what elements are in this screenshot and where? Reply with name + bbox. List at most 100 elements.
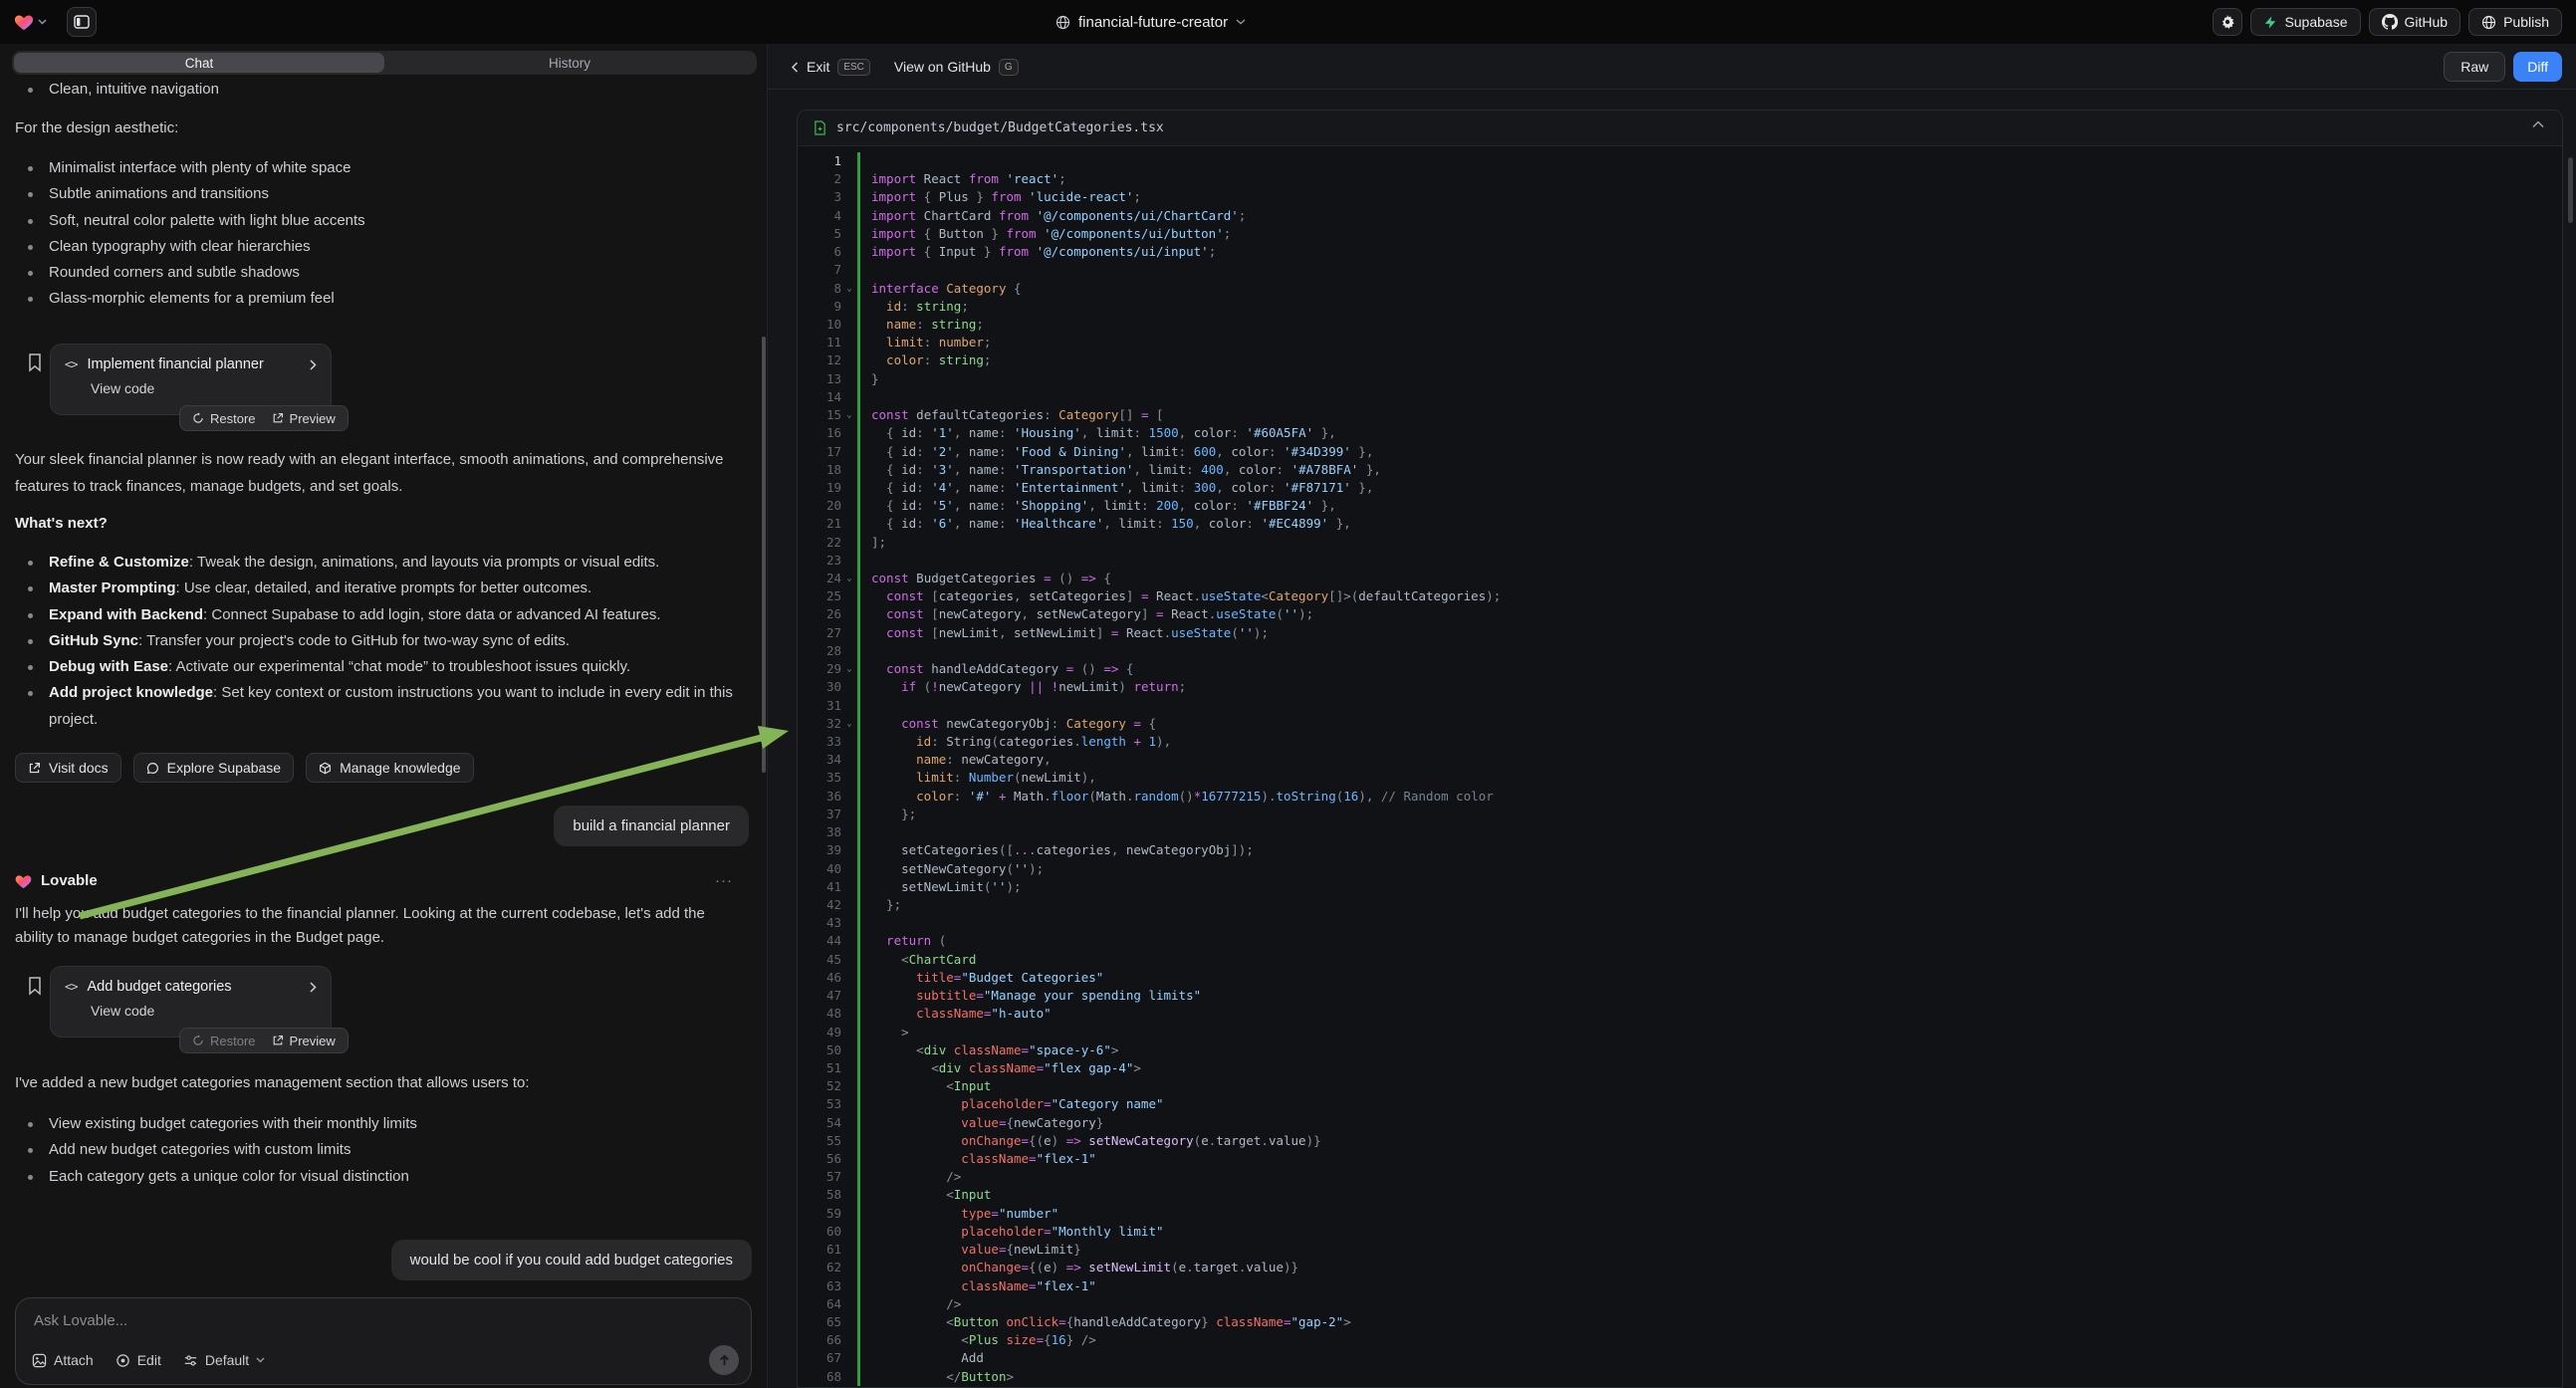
code-line: 21 { id: '6', name: 'Healthcare', limit:… (798, 515, 2562, 533)
code-line: 62 onChange={(e) => setNewLimit(e.target… (798, 1259, 2562, 1276)
github-icon (2382, 14, 2398, 30)
bullet-dot-icon (28, 1148, 33, 1153)
lovable-logo-menu[interactable] (14, 13, 47, 31)
list-item: Clean typography with clear hierarchies (15, 234, 747, 260)
code-line: 7 (798, 261, 2562, 279)
lovable-heart-icon (14, 13, 34, 31)
code-line: 31 (798, 697, 2562, 715)
toggle-sidebar-button[interactable] (67, 7, 97, 37)
model-selector[interactable]: Default (183, 1352, 265, 1368)
chat-bubble-icon (146, 762, 159, 775)
code-scrollbar[interactable] (2568, 157, 2573, 223)
code-line: 45 <ChartCard (798, 951, 2562, 969)
restore-button[interactable]: Restore (192, 411, 256, 426)
list-item: Add new budget categories with custom li… (15, 1137, 747, 1163)
chevron-down-icon (38, 19, 47, 25)
code-line: 55 onChange={(e) => setNewCategory(e.tar… (798, 1132, 2562, 1150)
code-line: 3import { Plus } from 'lucide-react'; (798, 188, 2562, 206)
code-line: 37 }; (798, 806, 2562, 823)
tab-history[interactable]: History (384, 53, 755, 73)
code-line: 47 subtitle="Manage your spending limits… (798, 987, 2562, 1005)
explore-supabase-button[interactable]: Explore Supabase (133, 753, 294, 783)
list-item: Rounded corners and subtle shadows (15, 260, 747, 286)
more-options-icon[interactable]: ··· (715, 872, 733, 889)
whats-next-list: Refine & Customize: Tweak the design, an… (15, 550, 747, 733)
bullet-dot-icon (28, 166, 33, 171)
list-item: Soft, neutral color palette with light b… (15, 208, 747, 234)
code-line: 61 value={newLimit} (798, 1241, 2562, 1259)
publish-button[interactable]: Publish (2468, 8, 2562, 36)
chevron-up-icon[interactable] (2532, 120, 2544, 128)
user-message: would be cool if you could add budget ca… (391, 1240, 752, 1280)
version-title: Implement financial planner (87, 356, 263, 372)
raw-toggle-button[interactable]: Raw (2444, 52, 2505, 82)
restore-button[interactable]: Restore (192, 1034, 256, 1048)
code-panel: Exit ESC View on GitHub G Raw Diff src/c (768, 44, 2576, 1388)
code-line: 6import { Input } from '@/components/ui/… (798, 243, 2562, 261)
list-item: Subtle animations and transitions (15, 181, 747, 207)
file-path: src/components/budget/BudgetCategories.t… (836, 120, 1164, 135)
attach-button[interactable]: Attach (32, 1352, 94, 1368)
file-header[interactable]: src/components/budget/BudgetCategories.t… (798, 111, 2562, 146)
topbar: financial-future-creator Supabase GitHub (0, 0, 2576, 44)
design-heading: For the design aesthetic: (15, 119, 747, 136)
preview-button[interactable]: Preview (272, 411, 336, 426)
project-switcher[interactable]: financial-future-creator (1055, 0, 1246, 44)
exit-button[interactable]: Exit ESC (792, 59, 870, 76)
attach-image-icon (32, 1353, 47, 1368)
list-item: Expand with Backend: Connect Supabase to… (15, 602, 747, 628)
diff-toggle-button[interactable]: Diff (2513, 52, 2562, 82)
bullet-dot-icon (28, 691, 33, 696)
view-code-link[interactable]: View code (91, 1003, 317, 1019)
code-line: 48 className="h-auto" (798, 1005, 2562, 1023)
tab-chat[interactable]: Chat (14, 53, 384, 73)
bookmark-icon[interactable] (27, 352, 43, 372)
preview-button[interactable]: Preview (272, 1034, 336, 1048)
manage-knowledge-button[interactable]: Manage knowledge (306, 753, 473, 783)
list-item: Each category gets a unique color for vi… (15, 1164, 747, 1190)
code-icon: <> (65, 980, 77, 994)
chat-scrollbar[interactable] (762, 337, 766, 773)
code-line: 2import React from 'react'; (798, 170, 2562, 188)
code-line: 27 const [newLimit, setNewLimit] = React… (798, 624, 2562, 642)
external-link-icon (272, 412, 284, 424)
assistant-intro-text: I'll help you add budget categories to t… (15, 902, 747, 949)
bullet-dot-icon (28, 245, 33, 250)
user-message: build a financial planner (554, 806, 749, 846)
restore-icon (192, 412, 204, 424)
supabase-button[interactable]: Supabase (2250, 8, 2360, 36)
code-line: 9 id: string; (798, 298, 2562, 316)
app-window: financial-future-creator Supabase GitHub (0, 0, 2576, 1388)
design-bullet-list: Minimalist interface with plenty of whit… (15, 155, 747, 313)
code-line: 68 </Button> (798, 1368, 2562, 1386)
settings-button[interactable] (2213, 8, 2242, 36)
code-line: 11 limit: number; (798, 334, 2562, 351)
assistant-ready-text: Your sleek financial planner is now read… (15, 447, 747, 500)
code-line: 44 return ( (798, 932, 2562, 950)
code-line: 5import { Button } from '@/components/ui… (798, 225, 2562, 243)
assistant-header: Lovable ··· (15, 872, 747, 889)
code-line: 41 setNewLimit(''); (798, 878, 2562, 896)
added-bullet-list: View existing budget categories with the… (15, 1111, 747, 1190)
code-line: 28 (798, 642, 2562, 660)
globe-icon (1055, 15, 1070, 30)
target-icon (116, 1353, 130, 1368)
code-line: 51 <div className="flex gap-4"> (798, 1059, 2562, 1077)
code-line: 46 title="Budget Categories" (798, 969, 2562, 987)
code-line: 52 <Input (798, 1077, 2562, 1095)
send-button[interactable] (709, 1345, 739, 1375)
github-button[interactable]: GitHub (2369, 8, 2461, 36)
edit-button[interactable]: Edit (116, 1352, 161, 1368)
view-code-link[interactable]: View code (91, 380, 317, 396)
code-line: 22]; (798, 534, 2562, 552)
chat-input[interactable] (34, 1312, 733, 1338)
view-on-github-button[interactable]: View on GitHub G (894, 59, 1019, 76)
code-line: 36 color: '#' + Math.floor(Math.random()… (798, 788, 2562, 806)
bookmark-icon[interactable] (27, 976, 43, 996)
chevron-right-icon (310, 359, 317, 370)
code-line: 60 placeholder="Monthly limit" (798, 1223, 2562, 1241)
visit-docs-button[interactable]: Visit docs (15, 753, 121, 783)
code-line: 32⌄ const newCategoryObj: Category = { (798, 715, 2562, 733)
code-line: 65 <Button onClick={handleAddCategory} c… (798, 1313, 2562, 1331)
lovable-heart-icon (15, 873, 32, 889)
